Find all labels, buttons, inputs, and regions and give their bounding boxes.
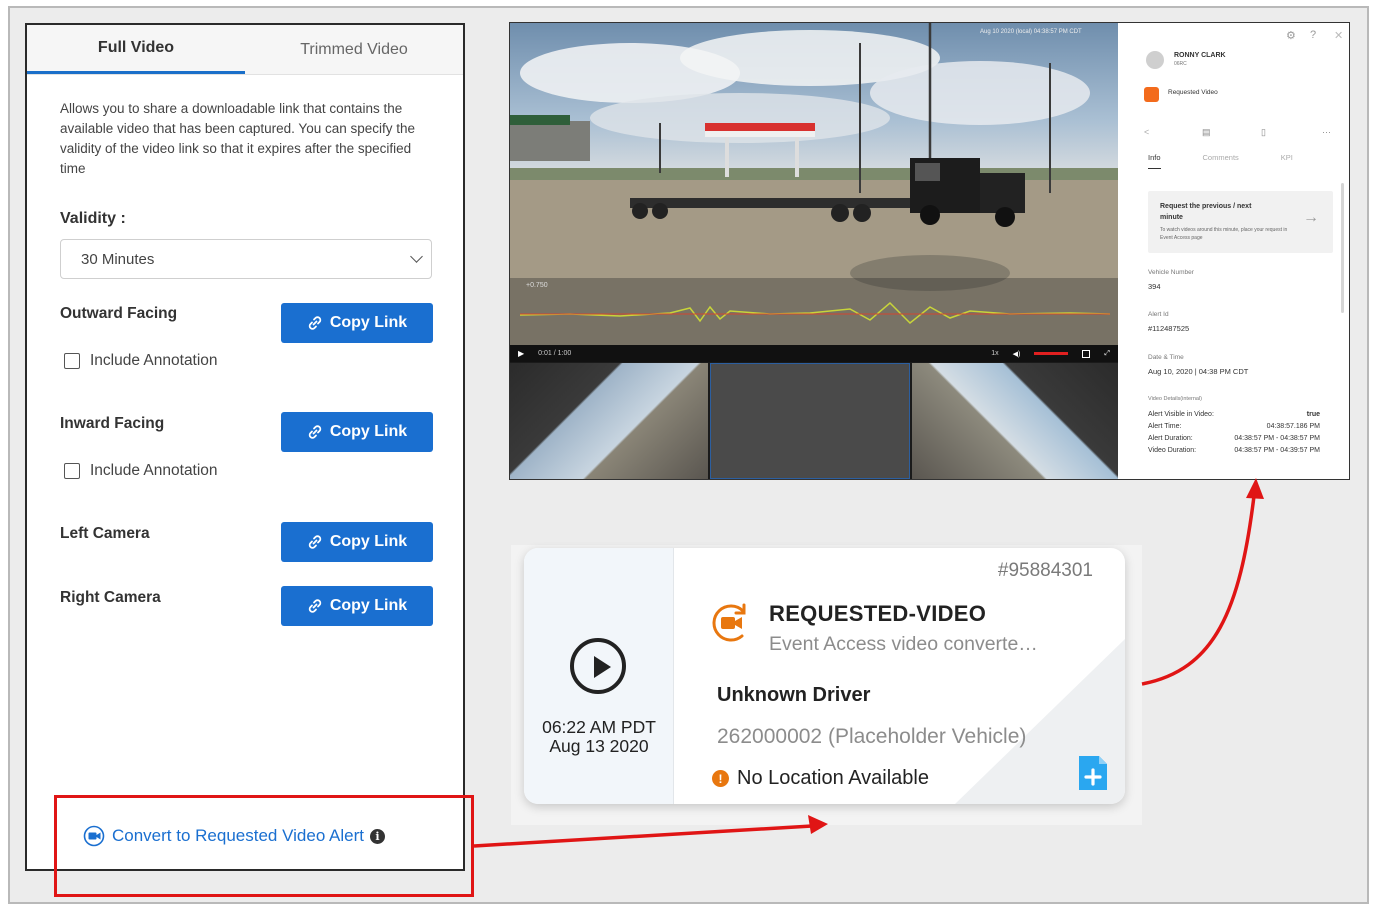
inward-facing-label: Inward Facing (60, 415, 165, 432)
include-annotation-checkbox[interactable] (64, 463, 80, 479)
link-icon (308, 535, 322, 549)
copy-link-label: Copy Link (329, 314, 408, 331)
tab-kpi[interactable]: KPI (1281, 153, 1293, 169)
date-time: Aug 10, 2020 | 04:38 PM CDT (1148, 367, 1249, 376)
include-annotation-label: Include Annotation (90, 462, 218, 479)
speed-label[interactable]: 1x (991, 350, 998, 357)
user-name: RONNY CLARK (1174, 52, 1226, 59)
outward-copy-link-button[interactable]: Copy Link (281, 303, 433, 343)
video-tabs: Full Video Trimmed Video (27, 25, 463, 75)
detail-row: Video Duration: 04:38:57 PM - 04:39:57 PM (1148, 447, 1320, 454)
video-viewer: +0.750 Aug 10 2020 (local) 04:38:57 PM C… (509, 22, 1350, 480)
right-camera-thumb[interactable] (912, 363, 1118, 479)
link-icon (308, 599, 322, 613)
alert-id-label: Alert Id (1148, 311, 1169, 318)
requested-video-alert-card[interactable]: 06:22 AM PDT Aug 13 2020 #95884301 REQUE… (524, 548, 1125, 804)
requested-video-icon (712, 603, 746, 642)
timestamp-overlay: Aug 10 2020 (local) 04:38:57 PM CDT (980, 29, 1082, 35)
right-copy-link-button[interactable]: Copy Link (281, 586, 433, 626)
date-time-label: Date & Time (1148, 354, 1184, 361)
video-player[interactable]: +0.750 Aug 10 2020 (local) 04:38:57 PM C… (510, 23, 1118, 479)
inward-annotation-row[interactable]: Include Annotation (64, 462, 218, 480)
user-sub: 06RC (1174, 61, 1187, 67)
details-scrollbar[interactable] (1341, 183, 1344, 313)
document-icon[interactable]: ▯ (1261, 127, 1266, 138)
share-icon[interactable]: < (1144, 127, 1149, 137)
play-icon[interactable]: ▶ (518, 349, 524, 358)
tab-info[interactable]: Info (1148, 153, 1161, 169)
volume-slider[interactable] (1034, 352, 1069, 355)
event-type: Requested Video (1168, 89, 1218, 96)
card-date: Aug 13 2020 (549, 736, 649, 756)
help-icon[interactable]: ? (1310, 29, 1316, 41)
share-description: Allows you to share a downloadable link … (60, 101, 416, 176)
pip-icon[interactable] (1082, 349, 1091, 358)
video-details-label: Video Details(internal) (1148, 396, 1203, 402)
fullscreen-icon[interactable]: ⤢ (1104, 350, 1110, 358)
requested-video-icon (1144, 87, 1159, 102)
settings-icon[interactable]: ⚙ (1286, 29, 1296, 42)
detail-row: Alert Duration: 04:38:57 PM - 04:38:57 PM (1148, 435, 1320, 442)
validity-value: 30 Minutes (81, 250, 155, 268)
card-media-column: 06:22 AM PDT Aug 13 2020 (524, 548, 674, 804)
left-camera-label: Left Camera (60, 525, 150, 542)
truck-scene-illustration: +0.750 Aug 10 2020 (local) 04:38:57 PM C… (510, 23, 1118, 345)
volume-icon[interactable]: ◀) (1013, 350, 1021, 358)
arrow-right-icon: → (1303, 209, 1319, 226)
driver-name: Unknown Driver (717, 684, 871, 706)
play-circle-icon[interactable] (570, 638, 626, 694)
location-row: ! No Location Available (712, 767, 929, 790)
include-annotation-checkbox[interactable] (64, 353, 80, 369)
player-controls: ▶ 0:01 / 1:00 1x ◀) ⤢ (510, 345, 1118, 362)
location-text: No Location Available (737, 767, 929, 789)
event-details-panel: ⚙ ? ✕ RONNY CLARK 06RC Requested Video <… (1118, 23, 1349, 479)
highlight-box (54, 795, 474, 897)
inward-copy-link-button[interactable]: Copy Link (281, 412, 433, 452)
add-document-icon[interactable] (1077, 754, 1109, 792)
tab-full-video[interactable]: Full Video (27, 25, 245, 74)
card-time: 06:22 AM PDT (542, 717, 656, 737)
empty-camera-thumb[interactable] (710, 363, 910, 479)
dashcam-scene: +0.750 Aug 10 2020 (local) 04:38:57 PM C… (510, 23, 1118, 345)
request-minute-box[interactable]: Request the previous / next minute To wa… (1148, 191, 1333, 253)
link-icon (308, 425, 322, 439)
share-video-panel: Full Video Trimmed Video Allows you to s… (25, 23, 465, 871)
outward-facing-label: Outward Facing (60, 305, 178, 322)
right-camera-label: Right Camera (60, 589, 161, 606)
alert-subtitle: Event Access video converte… (769, 633, 1038, 655)
alert-title: REQUESTED-VIDEO (769, 601, 987, 626)
close-icon[interactable]: ✕ (1334, 29, 1343, 42)
alert-id: #95884301 (997, 560, 1093, 581)
alert-id: #112487525 (1148, 324, 1190, 333)
copy-link-label: Copy Link (329, 597, 408, 614)
validity-select[interactable]: 30 Minutes (60, 239, 432, 279)
validity-label: Validity : (60, 210, 126, 227)
vehicle-number: 394 (1148, 282, 1161, 291)
detail-row: Alert Visible in Video: true (1148, 411, 1320, 418)
player-time: 0:01 / 1:00 (538, 350, 572, 357)
warning-icon: ! (712, 770, 729, 787)
video-details-list: Alert Visible in Video: true Alert Time: 0… (1148, 409, 1320, 457)
download-icon[interactable]: ▤ (1202, 127, 1211, 138)
left-copy-link-button[interactable]: Copy Link (281, 522, 433, 562)
chevron-down-icon (410, 250, 423, 263)
outward-annotation-row[interactable]: Include Annotation (64, 352, 218, 370)
request-note: To watch videos around this minute, plac… (1160, 227, 1288, 241)
copy-link-label: Copy Link (329, 533, 408, 550)
vehicle-number-label: Vehicle Number (1148, 269, 1194, 276)
tab-trimmed-video[interactable]: Trimmed Video (245, 25, 463, 74)
more-icon[interactable]: ··· (1322, 127, 1331, 137)
tab-comments[interactable]: Comments (1203, 153, 1239, 169)
gsensor-label: +0.750 (526, 282, 548, 289)
inward-camera-thumb[interactable] (510, 363, 708, 479)
details-tabs: Info Comments KPI (1148, 153, 1293, 169)
copy-link-label: Copy Link (329, 423, 408, 440)
detail-row: Alert Time: 04:38:57.186 PM (1148, 423, 1320, 430)
request-title: Request the previous / next minute (1160, 203, 1252, 221)
camera-thumbnails (510, 363, 1118, 479)
vehicle-name: 262000002 (Placeholder Vehicle) (717, 725, 1027, 748)
include-annotation-label: Include Annotation (90, 352, 218, 369)
link-icon (308, 316, 322, 330)
avatar (1146, 51, 1164, 69)
